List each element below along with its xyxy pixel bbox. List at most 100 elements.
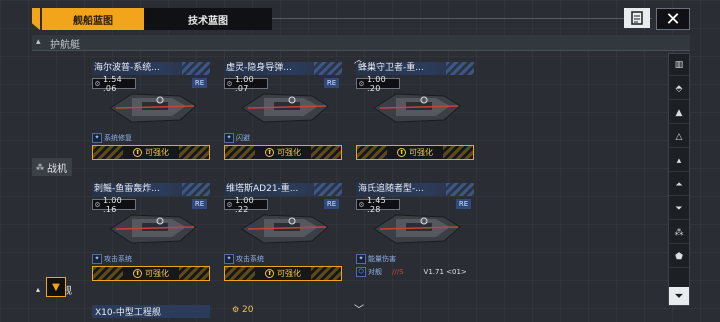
filter-sidebar: ▥ ⬘ ▲ △ ▴ ⏶ ⏷ ⁂ ⬟ ⏷ (668, 53, 690, 306)
class-code: ///S (392, 267, 404, 276)
filter-item-7[interactable]: ⏷ (669, 198, 689, 220)
power-icon: ⚙ (226, 79, 233, 88)
upgrade-icon: ⬆ (265, 148, 274, 157)
upgrade-label: 可强化 (277, 269, 301, 278)
carrier-icon: ⬘ (675, 83, 683, 94)
blueprint-card[interactable]: 蜂巢守卫者-重... ⚙ 1.00 .20 ⬆ 可强化 (356, 62, 474, 162)
document-icon (631, 11, 643, 25)
close-icon: ✕ (665, 8, 681, 30)
escort-icon: ⏷ (675, 203, 683, 214)
upgrade-label: 可强化 (145, 269, 169, 278)
next-ship-name: X10-中型工程舰 (92, 305, 210, 318)
section-icon: ▴ (36, 37, 41, 47)
tab-ship-blueprints[interactable]: 舰船蓝图 (42, 8, 144, 30)
secondary-label: 对舰 (368, 267, 382, 276)
filter-item-6[interactable]: ⏶ (669, 174, 689, 196)
blueprint-card[interactable]: 海尔波普-系统... ⚙ 1.54 .06 RE ✦ 系统修复 ⬆ 可强化 (92, 62, 210, 162)
category-fighter[interactable]: ⁂ 战机 (32, 158, 72, 176)
skill-tag: ✦ 系统修复 (92, 132, 132, 143)
filter-item-5[interactable]: ▴ (669, 150, 689, 172)
filter-item-1[interactable]: ▥ (669, 54, 689, 76)
upgrade-label: 可强化 (409, 148, 433, 157)
skill-tag: ✦ 能量伤害 (356, 253, 396, 264)
ship-image (241, 93, 329, 123)
skill-label: 能量伤害 (368, 254, 396, 263)
upgrade-icon: ⬆ (133, 148, 142, 157)
card-name: 海氏追随者型-... (356, 183, 474, 196)
filter-item-3[interactable]: ▲ (669, 102, 689, 124)
upgrade-icon: ⬆ (265, 269, 274, 278)
skill-tag: ✦ 攻击系统 (92, 253, 132, 264)
tab-tech-blueprints[interactable]: 技术蓝图 (144, 8, 272, 30)
card-name: 海尔波普-系统... (92, 62, 210, 75)
skill-icon: ✦ (92, 253, 102, 264)
ship-image (373, 214, 461, 244)
upgrade-icon: ⬆ (133, 269, 142, 278)
upgrade-label: 可强化 (277, 148, 301, 157)
power-icon: ⚙ (94, 79, 101, 88)
skill-icon: ✦ (224, 253, 234, 264)
card-name: 虚灵-隐身导弹... (224, 62, 342, 75)
base-icon: ⬟ (675, 251, 683, 262)
filter-item-9[interactable]: ⬟ (669, 246, 689, 268)
upgrade-button[interactable]: ⬆ 可强化 (224, 266, 342, 281)
version-label: V1.71 <01> (423, 267, 467, 276)
frigate-icon: ▴ (36, 284, 41, 294)
section-title: 护航艇 (50, 40, 80, 51)
corvette-icon: ⏶ (675, 179, 683, 190)
filter-icon: ⏷ (675, 290, 683, 302)
scroll-down-icon[interactable]: ﹀ (354, 301, 364, 316)
upgrade-button[interactable]: ⬆ 可强化 (92, 145, 210, 160)
secondary-tag: ⬡ 对舰 ///S V1.71 <01> (356, 266, 467, 277)
filter-item-8[interactable]: ⁂ (669, 222, 689, 244)
frigate-filter-icon: ▴ (676, 155, 682, 166)
fighter-icon: ⁂ (36, 162, 44, 172)
filter-item-2[interactable]: ⬘ (669, 78, 689, 100)
blueprint-card[interactable]: 海氏追随者型-... ⚙ 1.45 .28 RE ✦ 能量伤害 ⬡ 对舰///S V1.71 … (356, 183, 474, 283)
secondary-icon: ⬡ (356, 266, 366, 277)
card-name: 刺鳐-鱼雷轰炸... (92, 183, 210, 196)
blueprint-card[interactable]: 维塔斯AD21-重... ⚙ 1.00 .22 RE ✦ 攻击系统 ⬆ 可强化 (224, 183, 342, 283)
section-header: ▴ 护航艇 (32, 35, 690, 51)
upgrade-button[interactable]: ⬆ 可强化 (92, 266, 210, 281)
ship-image (241, 214, 329, 244)
category-fighter-label: 战机 (47, 163, 67, 175)
tab-notch (32, 8, 40, 30)
skill-tag: ✦ 闪避 (224, 132, 250, 143)
ship-image (109, 93, 197, 123)
power-icon: ⚙ (94, 200, 101, 209)
ship-image (109, 214, 197, 244)
upgrade-icon: ⬆ (397, 148, 406, 157)
destroyer-icon: △ (675, 131, 683, 142)
document-button[interactable] (624, 8, 650, 28)
top-divider (272, 18, 652, 19)
cruiser-icon: ▲ (675, 107, 683, 118)
fighter-filter-icon: ⁂ (674, 227, 684, 238)
skill-icon: ✦ (224, 132, 234, 143)
blueprint-card[interactable]: 虚灵-隐身导弹... ⚙ 1.00 .07 RE ✦ 闪避 ⬆ 可强化 (224, 62, 342, 162)
filter-button[interactable]: ⏷ (669, 287, 689, 305)
skill-tag: ✦ 攻击系统 (224, 253, 264, 264)
emblem-icon: ▼ (46, 277, 66, 297)
skill-icon: ✦ (356, 253, 366, 264)
skill-label: 攻击系统 (236, 254, 264, 263)
power-icon: ⚙ (358, 79, 365, 88)
ship-image (373, 93, 461, 123)
skill-icon: ✦ (92, 132, 102, 143)
bay-icon: ▥ (674, 59, 684, 70)
skill-label: 系统修复 (104, 133, 132, 142)
card-name: 蜂巢守卫者-重... (356, 62, 474, 75)
cost-icon: ⚙ (232, 305, 240, 314)
power-icon: ⚙ (358, 200, 365, 209)
power-icon: ⚙ (226, 200, 233, 209)
skill-label: 闪避 (236, 133, 250, 142)
upgrade-button[interactable]: ⬆ 可强化 (224, 145, 342, 160)
filter-item-4[interactable]: △ (669, 126, 689, 148)
skill-label: 攻击系统 (104, 254, 132, 263)
blueprint-card[interactable]: 刺鳐-鱼雷轰炸... ⚙ 1.00 .16 RE ✦ 攻击系统 ⬆ 可强化 (92, 183, 210, 283)
top-bar: 舰船蓝图 技术蓝图 ✕ (32, 8, 690, 32)
cost-value: 20 (242, 305, 254, 315)
close-button[interactable]: ✕ (656, 8, 690, 30)
upgrade-button[interactable]: ⬆ 可强化 (356, 145, 474, 160)
card-name: 维塔斯AD21-重... (224, 183, 342, 196)
